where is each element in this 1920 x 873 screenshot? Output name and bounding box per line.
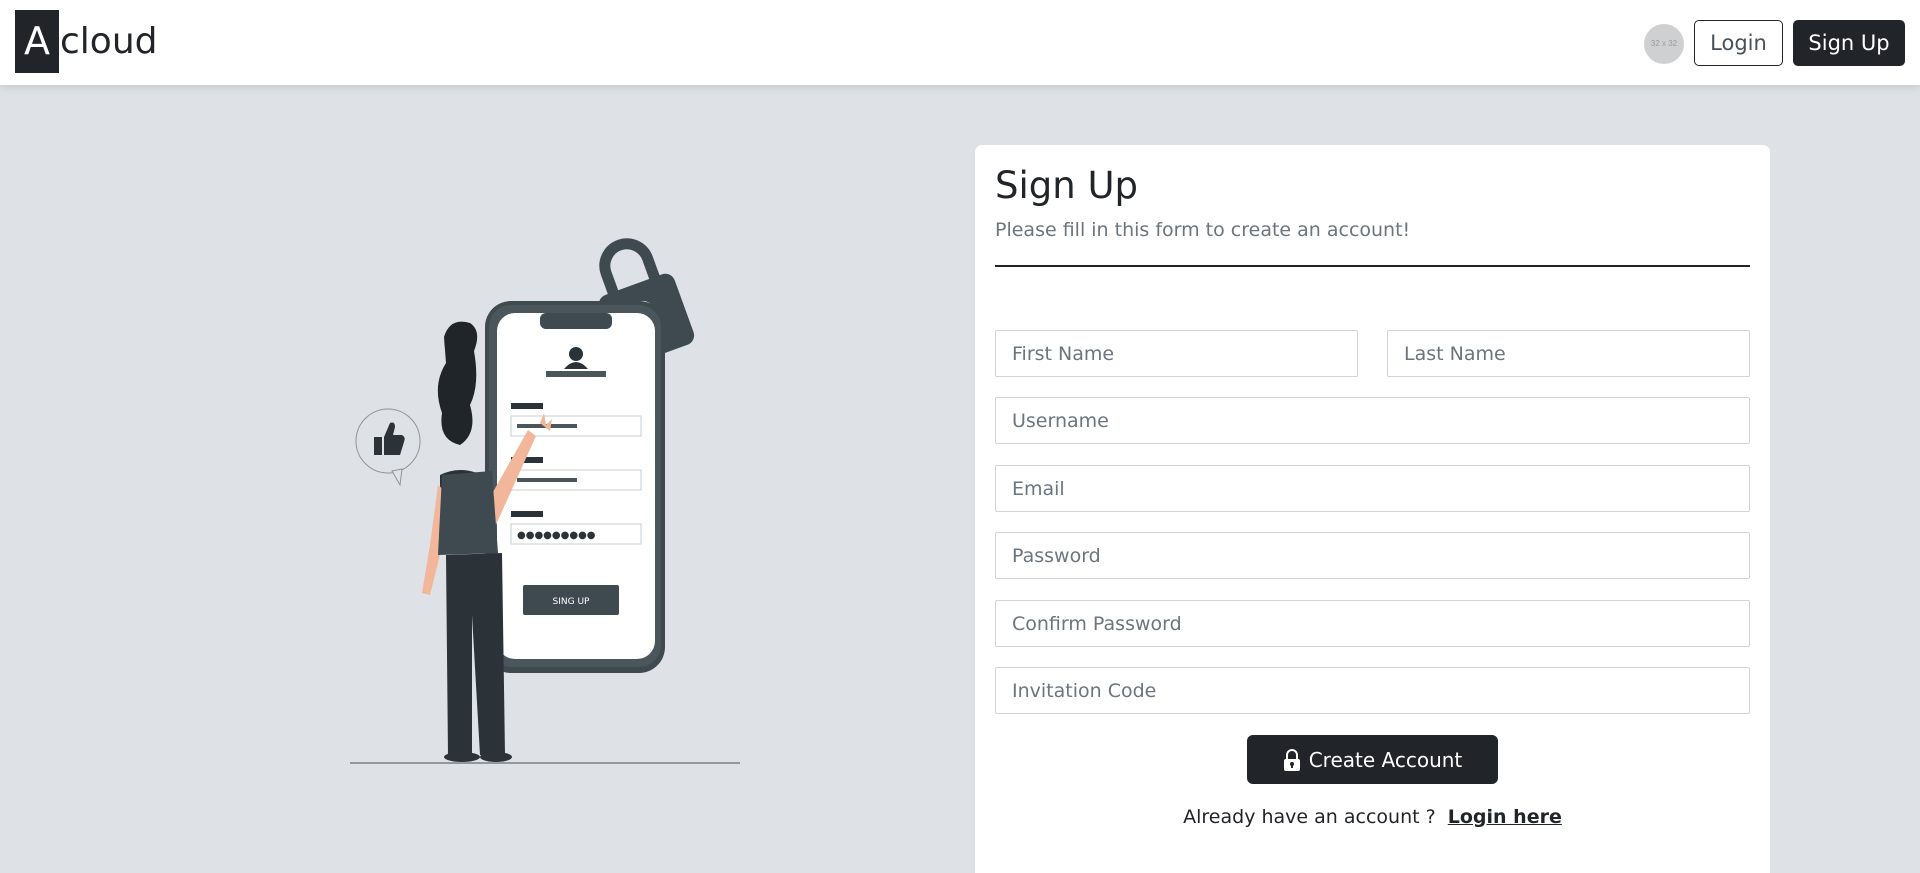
create-account-label: Create Account <box>1308 747 1463 772</box>
brand-logo[interactable]: A cloud <box>15 10 158 73</box>
already-account-text: Already have an account ? <box>1183 806 1436 828</box>
illustration-button-label: SING UP <box>553 597 591 607</box>
last-name-input[interactable] <box>1387 330 1750 377</box>
invitation-code-input[interactable] <box>995 667 1750 714</box>
avatar[interactable]: 32 x 32 <box>1644 24 1684 64</box>
login-prompt: Already have an account ? Login here <box>975 806 1770 828</box>
email-input[interactable] <box>995 465 1750 512</box>
create-account-button[interactable]: Create Account <box>1247 735 1498 784</box>
signup-card: Sign Up Please fill in this form to crea… <box>975 145 1770 873</box>
illustration-password-dots: ●●●●●●●●● <box>517 530 596 541</box>
confirm-password-input[interactable] <box>995 600 1750 647</box>
password-input[interactable] <box>995 532 1750 579</box>
nav-login-button[interactable]: Login <box>1694 20 1783 66</box>
signup-title: Sign Up <box>995 164 1139 207</box>
thumbs-up-icon <box>355 408 421 487</box>
title-divider <box>995 265 1750 267</box>
logo-letter: A <box>15 10 59 73</box>
first-name-input[interactable] <box>995 330 1358 377</box>
login-here-link[interactable]: Login here <box>1448 806 1562 828</box>
lock-icon <box>1283 748 1300 771</box>
nav-signup-button[interactable]: Sign Up <box>1793 20 1905 66</box>
signup-illustration: ●●●●●●●●● SING UP <box>350 238 740 764</box>
signup-subtitle: Please fill in this form to create an ac… <box>995 219 1411 241</box>
username-input[interactable] <box>995 397 1750 444</box>
logo-text: cloud <box>60 21 158 62</box>
top-navbar: A cloud 32 x 32 Login Sign Up <box>0 0 1920 85</box>
